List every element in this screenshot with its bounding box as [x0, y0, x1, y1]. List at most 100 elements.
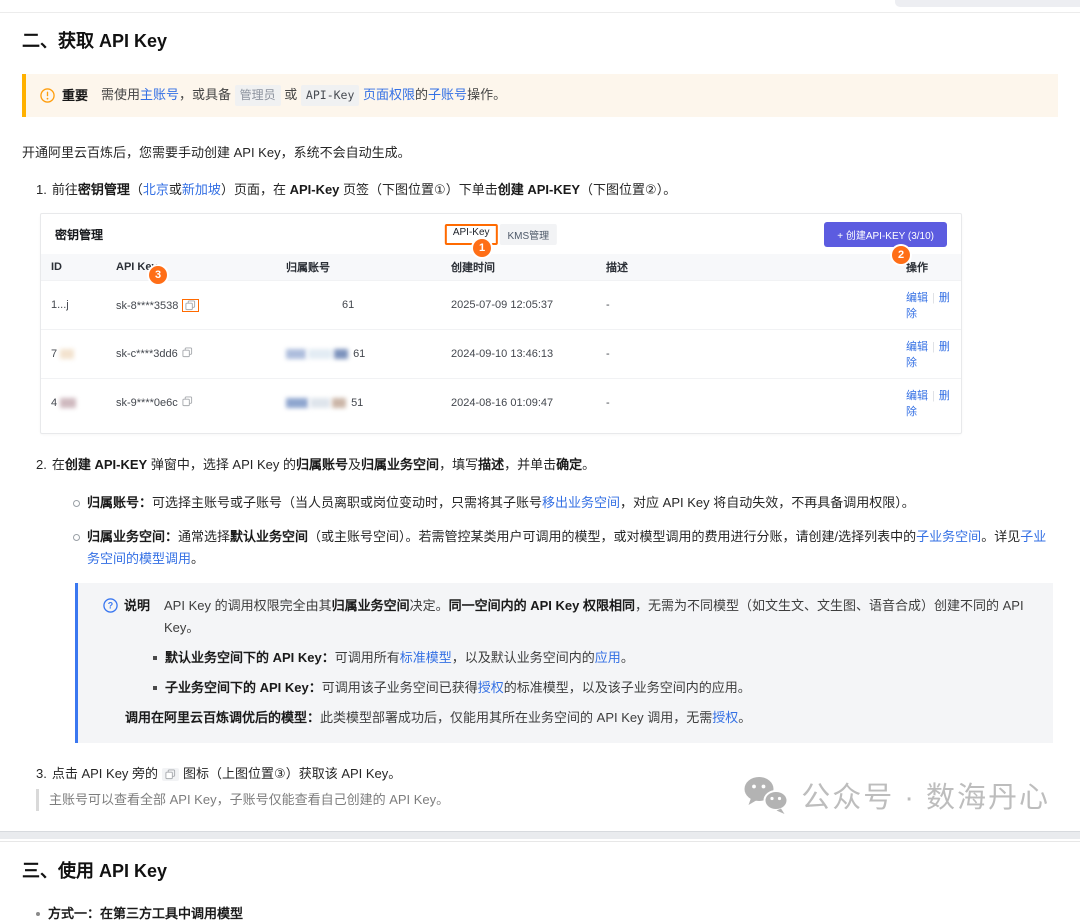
edit-link[interactable]: 编辑 — [906, 341, 928, 353]
edit-link[interactable]: 编辑 — [906, 390, 928, 402]
text-run: ，填写 — [439, 457, 478, 472]
bullet-text: 归属账号：可选择主账号或子账号（当人员离职或岗位变动时，只需将其子账号移出业务空… — [87, 492, 1058, 514]
text-run: 操作。 — [467, 87, 506, 102]
bold-run: 描述 — [478, 457, 504, 472]
cell-api-key: sk-8****3538 — [106, 281, 276, 330]
link-default-workspace[interactable]: 默认业务空间 — [230, 529, 308, 544]
bold-run: ： — [307, 710, 320, 725]
action-divider: | — [928, 341, 939, 353]
text-run: 页签（下图位置①）下单击 — [339, 182, 497, 197]
bullet-marker — [73, 500, 80, 507]
link-authorization[interactable]: 授权 — [478, 680, 504, 695]
id-value: 7 — [51, 348, 57, 360]
action-divider: | — [928, 292, 939, 304]
tab-kms[interactable]: KMS管理 — [500, 224, 558, 245]
copy-icon[interactable] — [182, 349, 193, 361]
link-sub-account[interactable]: 子账号 — [428, 87, 467, 102]
redaction-blur — [60, 349, 74, 359]
section-title-get-api-key: 二、获取 API Key — [22, 30, 1058, 52]
text-run: 需使用 — [101, 87, 140, 102]
desc-value: - — [606, 299, 610, 311]
copy-icon[interactable] — [182, 398, 193, 410]
note-bullet-sub-workspace: 子业务空间下的 API Key：可调用该子业务空间已获得授权的标准模型，以及该子… — [153, 677, 1037, 699]
cell-account: 51 — [276, 379, 441, 428]
create-api-key-button[interactable]: + 创建API-KEY (3/10) — [824, 222, 947, 247]
bold-run: 归属账号： — [87, 495, 152, 510]
step-text: 前往密钥管理（北京或新加坡）页面，在 API-Key 页签（下图位置①）下单击创… — [52, 179, 1058, 201]
text-run: 的 — [415, 87, 428, 102]
cell-desc: - — [596, 281, 896, 330]
workspace-bullet: 归属业务空间：通常选择默认业务空间（或主账号空间）。若需管控某类用户可调用的模型… — [73, 526, 1058, 570]
note-tuned-model-line: 调用在阿里云百炼调优后的模型：此类模型部署成功后，仅能用其所在业务空间的 API… — [125, 707, 1037, 729]
bullet-text: 方式一：在第三方工具中调用模型 — [48, 904, 243, 924]
link-third-party-tools[interactable]: 第三方工具 — [113, 906, 178, 921]
bold-run: API-Key — [290, 182, 340, 197]
table-row: 4 sk-9****0e6c 51 2024-08-16 01:09:47 - … — [41, 379, 961, 428]
note-bullet-default-workspace: 默认业务空间下的 API Key：可调用所有标准模型，以及默认业务空间内的应用。 — [153, 647, 1037, 669]
note-callout: ? 说明 API Key 的调用权限完全由其归属业务空间决定。同一空间内的 AP… — [75, 583, 1053, 743]
step-number: 3. — [36, 763, 47, 785]
bold-run: 创建 API-KEY — [65, 457, 147, 472]
copy-icon-highlighted[interactable] — [182, 299, 199, 312]
bold-run: 归属业务空间 — [332, 598, 410, 613]
warning-icon — [40, 88, 55, 103]
intro-paragraph: 开通阿里云百炼后，您需要手动创建 API Key，系统不会自动生成。 — [22, 143, 1058, 163]
redaction-blur — [332, 398, 346, 408]
cell-created: 2024-08-16 01:09:47 — [441, 379, 596, 428]
link-remove-workspace[interactable]: 移出业务空间 — [542, 495, 620, 510]
callout-badge-3: 3 — [149, 266, 167, 284]
bold-run: 密钥管理 — [78, 182, 130, 197]
id-value: 1...j — [51, 299, 69, 311]
step-number: 1. — [36, 179, 47, 201]
cell-api-key: sk-c****3dd6 — [106, 330, 276, 379]
callout-badge-1: 1 — [473, 239, 491, 257]
bold-run: 归属业务空间： — [87, 529, 178, 544]
link-page-permission[interactable]: 页面权限 — [363, 87, 415, 102]
link-authorization[interactable]: 授权 — [712, 710, 738, 725]
cell-account: 61 — [276, 281, 441, 330]
bold-run: 同一空间内的 API Key 权限相同 — [449, 598, 635, 613]
step-number: 2. — [36, 454, 47, 476]
edit-link[interactable]: 编辑 — [906, 292, 928, 304]
account-suffix: 51 — [351, 397, 363, 409]
text-run: 。 — [582, 457, 595, 472]
api-key-table: ID API Key 归属账号 创建时间 描述 操作 1...j sk-8***… — [41, 254, 961, 427]
col-account: 归属账号 — [276, 254, 441, 281]
bold-run: 归属账号 — [296, 457, 348, 472]
link-tuned-models[interactable]: 调优后的模型 — [229, 710, 307, 725]
text-run: ，对应 API Key 将自动失效，不再具备调用权限）。 — [620, 495, 915, 510]
bullet-marker — [73, 534, 80, 541]
svg-text:?: ? — [108, 601, 113, 611]
text-run: （ — [130, 182, 143, 197]
tab-api-key[interactable]: API-Key — [445, 224, 498, 245]
text-run: ，或具备 — [179, 87, 235, 102]
cell-account: 61 — [276, 330, 441, 379]
link-applications[interactable]: 应用 — [595, 650, 621, 665]
bullet-text: 子业务空间下的 API Key：可调用该子业务空间已获得授权的标准模型，以及该子… — [165, 677, 1037, 699]
table-header-row: ID API Key 归属账号 创建时间 描述 操作 — [41, 254, 961, 281]
bold-run: 方式一：在 — [48, 906, 113, 921]
action-divider: | — [928, 390, 939, 402]
link-main-account[interactable]: 主账号 — [140, 87, 179, 102]
cell-id: 4 — [41, 379, 106, 428]
copy-icon — [162, 768, 179, 781]
redaction-blur — [308, 349, 332, 359]
link-standard-models[interactable]: 标准模型 — [400, 650, 452, 665]
console-header: 密钥管理 API-Key KMS管理 + 创建API-KEY (3/10) — [41, 214, 961, 254]
step-text: 在创建 API-KEY 弹窗中，选择 API Key 的归属账号及归属业务空间，… — [52, 454, 1058, 476]
redaction-blur — [60, 398, 76, 408]
cell-actions: 编辑|删除 — [896, 281, 961, 330]
link-sub-workspace[interactable]: 子业务空间 — [916, 529, 981, 544]
redaction-blur — [286, 398, 308, 408]
link-beijing[interactable]: 北京 — [143, 182, 169, 197]
desc-value: - — [606, 397, 610, 409]
cell-actions: 编辑|删除 — [896, 330, 961, 379]
cell-created: 2025-07-09 12:05:37 — [441, 281, 596, 330]
text-run: 前往 — [52, 182, 78, 197]
bold-run: 归属业务空间 — [361, 457, 439, 472]
note-label: 说明 — [124, 595, 150, 639]
text-run: 或 — [169, 182, 182, 197]
bullet-marker — [36, 912, 40, 916]
col-created: 创建时间 — [441, 254, 596, 281]
link-singapore[interactable]: 新加坡 — [182, 182, 221, 197]
